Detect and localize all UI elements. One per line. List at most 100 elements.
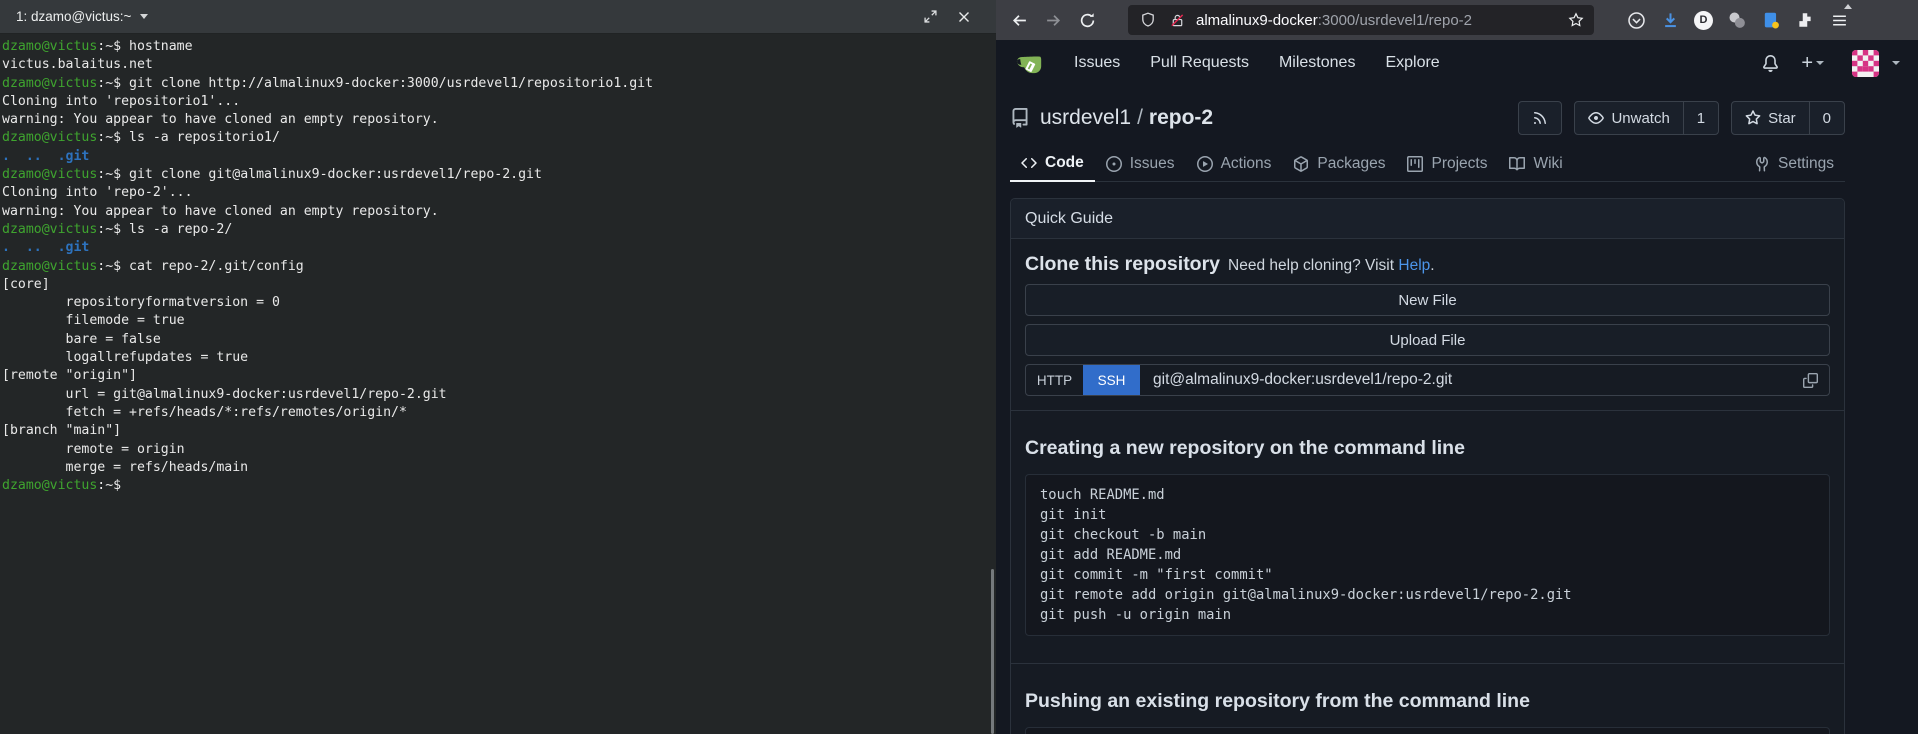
- nav-milestones[interactable]: Milestones: [1279, 54, 1355, 72]
- gitea-page: Issues Pull Requests Milestones Explore …: [996, 40, 1918, 734]
- forward-button[interactable]: [1038, 5, 1068, 35]
- avatar[interactable]: [1852, 50, 1879, 77]
- extensions-icon[interactable]: [1795, 10, 1815, 30]
- star-button[interactable]: Star: [1732, 102, 1809, 134]
- account-icon[interactable]: [1727, 10, 1747, 30]
- gitea-navbar: Issues Pull Requests Milestones Explore …: [996, 40, 1918, 86]
- repo-title-separator: /: [1137, 106, 1143, 129]
- upload-file-button[interactable]: Upload File: [1025, 324, 1830, 356]
- terminal-line: dzamo@victus:~$: [2, 477, 994, 495]
- terminal-line: filemode = true: [2, 312, 994, 330]
- http-protocol-button[interactable]: HTTP: [1026, 365, 1083, 395]
- shield-icon[interactable]: [1138, 10, 1158, 30]
- update-badge-icon: [1844, 4, 1852, 9]
- terminal-line: [core]: [2, 276, 994, 294]
- tab-issues-label: Issues: [1130, 155, 1175, 173]
- bookmark-star-icon[interactable]: [1568, 12, 1584, 28]
- rss-button-group: [1518, 101, 1562, 135]
- tab-wiki[interactable]: Wiki: [1498, 146, 1573, 181]
- copy-url-button[interactable]: [1791, 365, 1829, 395]
- tab-settings-label: Settings: [1778, 155, 1834, 173]
- terminal-titlebar[interactable]: 1: dzamo@victus:~: [0, 0, 996, 34]
- terminal-title: 1: dzamo@victus:~: [16, 9, 131, 24]
- clone-section: Clone this repository Need help cloning?…: [1011, 239, 1844, 410]
- extension-d-icon[interactable]: D: [1694, 11, 1713, 30]
- tab-actions[interactable]: Actions: [1186, 146, 1283, 181]
- new-file-button[interactable]: New File: [1025, 284, 1830, 316]
- repo-header: usrdevel1/repo-2 U: [1010, 98, 1845, 138]
- quick-guide-box: Quick Guide Clone this repository Need h…: [1010, 198, 1845, 734]
- nav-pull-requests[interactable]: Pull Requests: [1150, 54, 1249, 72]
- chevron-down-icon: [1816, 61, 1824, 65]
- create-new-button[interactable]: +: [1795, 52, 1830, 75]
- terminal-line: repositoryformatversion = 0: [2, 294, 994, 312]
- browser-toolbar: almalinux9-docker:3000/usrdevel1/repo-2 …: [996, 0, 1918, 40]
- terminal-line: dzamo@victus:~$ ls -a repo-2/: [2, 221, 994, 239]
- notifications-bell-icon[interactable]: [1756, 55, 1785, 72]
- play-icon: [1197, 156, 1213, 172]
- pocket-icon[interactable]: [1626, 10, 1646, 30]
- terminal-line: merge = refs/heads/main: [2, 459, 994, 477]
- tab-packages[interactable]: Packages: [1282, 146, 1396, 181]
- gitea-logo[interactable]: [1014, 48, 1044, 78]
- terminal-scrollbar[interactable]: [991, 569, 994, 734]
- unwatch-button[interactable]: Unwatch: [1575, 102, 1682, 134]
- clone-url-row: HTTP SSH: [1025, 364, 1830, 396]
- nav-issues[interactable]: Issues: [1074, 54, 1120, 72]
- repo-owner-link[interactable]: usrdevel1: [1040, 106, 1131, 129]
- translate-doc-icon[interactable]: [1761, 10, 1781, 30]
- menu-button[interactable]: [1829, 10, 1849, 30]
- create-repo-heading: Creating a new repository on the command…: [1011, 411, 1844, 460]
- screen: 1: dzamo@victus:~ dzamo@victus:~$ hostna…: [0, 0, 1918, 734]
- close-icon: [958, 11, 970, 23]
- tab-packages-label: Packages: [1317, 155, 1385, 173]
- nav-explore[interactable]: Explore: [1385, 54, 1439, 72]
- insecure-lock-icon[interactable]: [1167, 10, 1187, 30]
- navbar-right: +: [1756, 50, 1900, 77]
- terminal-line: [remote "origin"]: [2, 367, 994, 385]
- download-icon[interactable]: [1660, 10, 1680, 30]
- terminal-line: fetch = +refs/heads/*:refs/remotes/origi…: [2, 404, 994, 422]
- package-icon: [1293, 156, 1309, 172]
- rss-button[interactable]: [1519, 102, 1561, 134]
- url-host: almalinux9-docker: [1196, 12, 1318, 29]
- reload-button[interactable]: [1072, 5, 1102, 35]
- terminal-line: logallrefupdates = true: [2, 349, 994, 367]
- terminal-line: Cloning into 'repositorio1'...: [2, 93, 994, 111]
- terminal-line: Cloning into 'repo-2'...: [2, 184, 994, 202]
- chevron-down-icon[interactable]: [140, 14, 148, 19]
- terminal-window: 1: dzamo@victus:~ dzamo@victus:~$ hostna…: [0, 0, 996, 734]
- chevron-down-icon[interactable]: [1892, 61, 1900, 65]
- tab-actions-label: Actions: [1221, 155, 1272, 173]
- star-label: Star: [1768, 110, 1796, 127]
- restore-window-button[interactable]: [922, 9, 938, 25]
- watch-count[interactable]: 1: [1683, 102, 1718, 134]
- back-button[interactable]: [1004, 5, 1034, 35]
- clone-url-input[interactable]: [1140, 365, 1791, 395]
- terminal-line: dzamo@victus:~$ cat repo-2/.git/config: [2, 258, 994, 276]
- star-count[interactable]: 0: [1809, 102, 1844, 134]
- terminal-output[interactable]: dzamo@victus:~$ hostnamevictus.balaitus.…: [0, 34, 996, 499]
- terminal-line: [branch "main"]: [2, 422, 994, 440]
- tab-settings[interactable]: Settings: [1743, 146, 1845, 181]
- tab-projects[interactable]: Projects: [1396, 146, 1498, 181]
- terminal-line: remote = origin: [2, 441, 994, 459]
- clone-help-suffix: .: [1430, 257, 1434, 274]
- terminal-line: . .. .git: [2, 239, 994, 257]
- terminal-line: url = git@almalinux9-docker:usrdevel1/re…: [2, 386, 994, 404]
- help-link[interactable]: Help: [1398, 257, 1430, 274]
- push-repo-code-block[interactable]: [1025, 727, 1830, 734]
- project-icon: [1407, 156, 1423, 172]
- gitea-main: usrdevel1/repo-2 U: [1010, 98, 1845, 734]
- close-window-button[interactable]: [956, 9, 972, 25]
- watch-button-group: Unwatch 1: [1574, 101, 1719, 135]
- tab-issues[interactable]: Issues: [1095, 146, 1186, 181]
- repo-name[interactable]: repo-2: [1149, 106, 1213, 129]
- url-text: almalinux9-docker:3000/usrdevel1/repo-2: [1196, 12, 1472, 29]
- ssh-protocol-button[interactable]: SSH: [1083, 365, 1140, 395]
- tab-code[interactable]: Code: [1010, 146, 1095, 182]
- repo-icon: [1010, 108, 1030, 128]
- url-bar[interactable]: almalinux9-docker:3000/usrdevel1/repo-2: [1128, 5, 1594, 35]
- create-repo-code-block[interactable]: touch README.md git init git checkout -b…: [1025, 474, 1830, 636]
- terminal-line: bare = false: [2, 331, 994, 349]
